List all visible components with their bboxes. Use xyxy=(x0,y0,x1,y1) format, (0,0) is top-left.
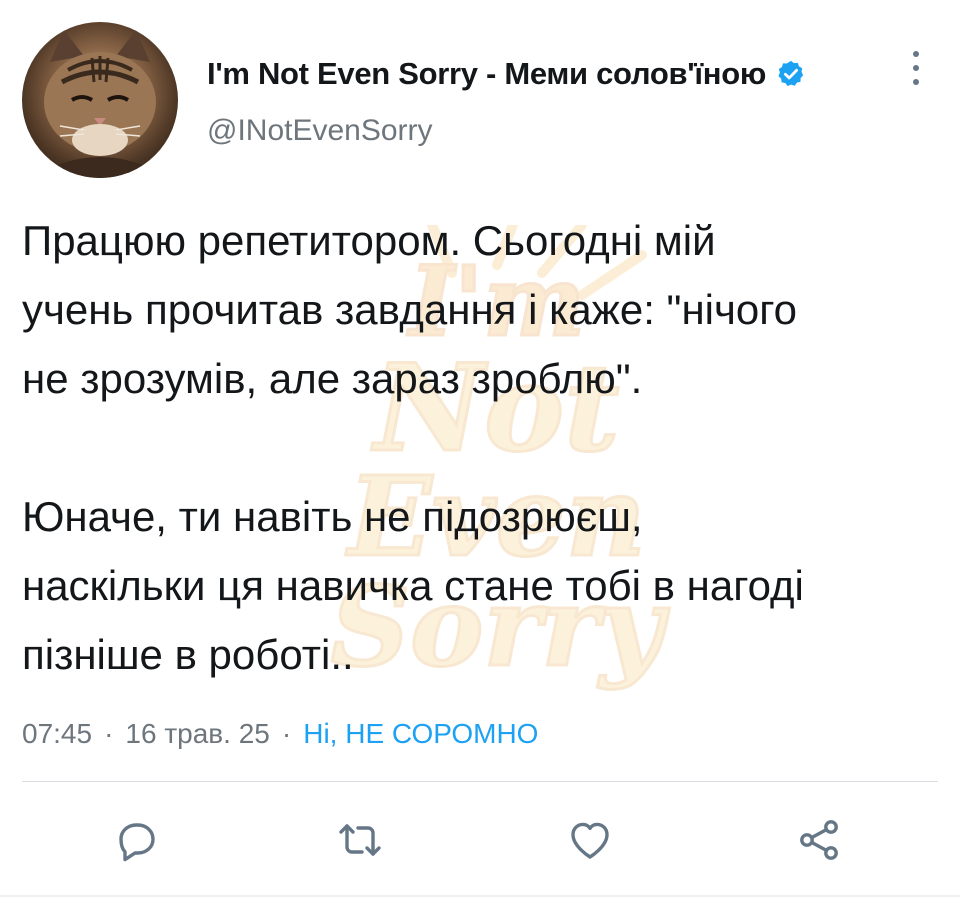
author-handle[interactable]: @INotEvenSorry xyxy=(207,114,433,148)
cat-avatar-icon xyxy=(42,30,158,178)
divider xyxy=(22,781,938,782)
tweet-card: I'm Not Even Sorry - Меми солов'їною @IN… xyxy=(0,0,960,909)
like-button[interactable] xyxy=(560,810,620,870)
tweet-header: I'm Not Even Sorry - Меми солов'їною @IN… xyxy=(0,0,960,190)
share-icon xyxy=(800,820,838,860)
avatar[interactable] xyxy=(22,22,178,178)
bottom-divider xyxy=(0,895,960,897)
retweet-icon xyxy=(339,824,381,856)
action-bar xyxy=(0,800,960,880)
meta-separator: · xyxy=(104,718,114,749)
tweet-paragraph-1: Працюю репетитором. Сьогодні мій учень п… xyxy=(22,217,797,402)
tweet-time[interactable]: 07:45 xyxy=(22,718,92,750)
retweet-button[interactable] xyxy=(330,810,390,870)
reply-button[interactable] xyxy=(107,810,167,870)
verified-badge-icon xyxy=(778,60,804,86)
reply-icon xyxy=(119,823,155,862)
meta-separator: · xyxy=(281,718,292,749)
tweet-text: Працюю репетитором. Сьогодні мій учень п… xyxy=(22,206,942,689)
heart-icon xyxy=(571,822,609,859)
tweet-date[interactable]: 16 трав. 25 xyxy=(125,718,269,750)
tweet-paragraph-2: Юначе, ти навіть не підозрюєш, наскільки… xyxy=(22,493,804,678)
author-name-row[interactable]: I'm Not Even Sorry - Меми солов'їною xyxy=(207,52,806,96)
tweet-meta: 07:45 · 16 трав. 25 · Ні, НЕ СОРОМНО xyxy=(22,712,538,756)
share-button[interactable] xyxy=(789,810,849,870)
display-name[interactable]: I'm Not Even Sorry - Меми солов'їною xyxy=(207,56,766,92)
tweet-source-link[interactable]: Ні, НЕ СОРОМНО xyxy=(303,718,538,750)
more-options-icon[interactable] xyxy=(898,44,934,92)
